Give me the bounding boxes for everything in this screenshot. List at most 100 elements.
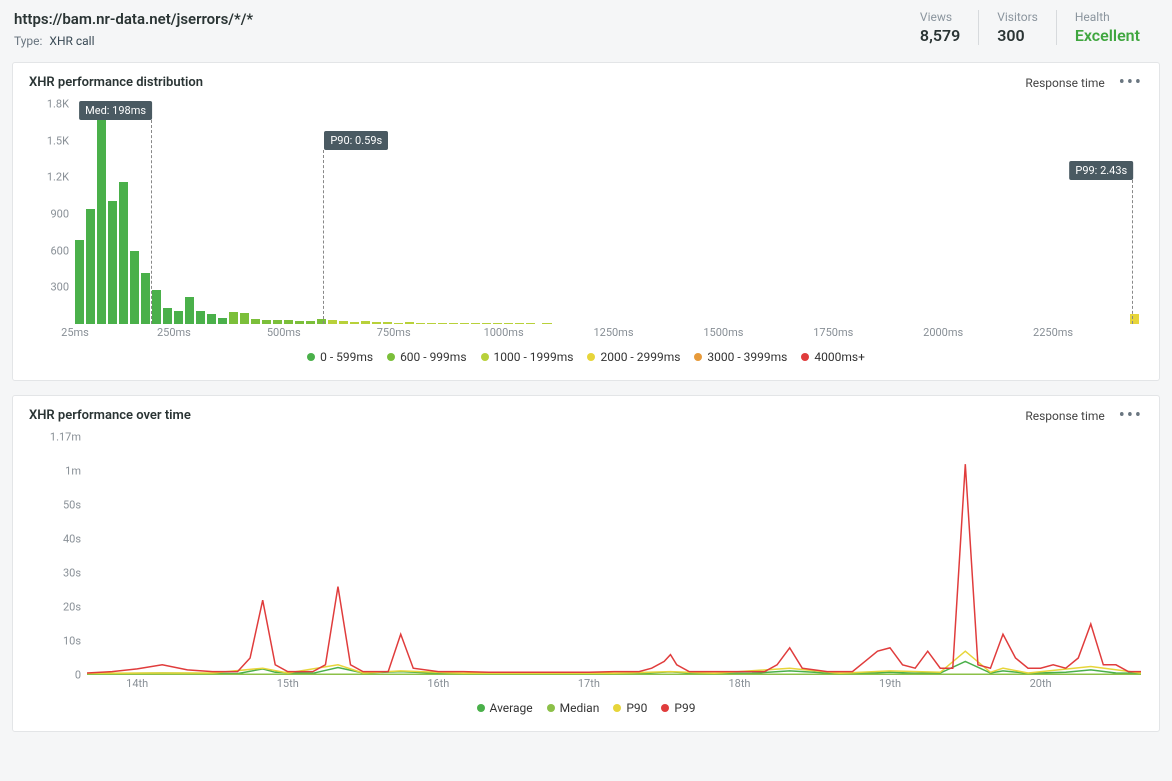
legend-swatch	[801, 353, 809, 361]
subtype-value: XHR call	[49, 34, 94, 48]
legend-swatch	[661, 704, 669, 712]
y-tick: 50s	[63, 499, 81, 512]
legend-item[interactable]: 2000 - 2999ms	[587, 350, 680, 364]
line-y-axis: 1.17m1m50s40s30s20s10s0	[27, 437, 87, 691]
stat-label: Views	[920, 10, 960, 24]
x-tick: 1000ms	[484, 326, 524, 339]
bar[interactable]	[130, 251, 139, 324]
x-tick: 18th	[728, 677, 750, 690]
bar[interactable]	[97, 113, 106, 324]
x-tick: 17th	[578, 677, 600, 690]
bar[interactable]	[108, 201, 117, 324]
legend-swatch	[387, 353, 395, 361]
legend-swatch	[307, 353, 315, 361]
legend-swatch	[694, 353, 702, 361]
panel-over-time: XHR performance over time Response time …	[12, 395, 1160, 732]
stat-label: Health	[1075, 10, 1140, 24]
y-tick: 900	[50, 208, 69, 221]
legend-label: P99	[674, 701, 695, 715]
y-tick: 1.8K	[47, 98, 69, 111]
legend-label: 600 - 999ms	[400, 350, 466, 364]
bar[interactable]	[75, 240, 84, 324]
y-tick: 10s	[63, 635, 81, 648]
bar[interactable]	[86, 209, 95, 324]
line-series[interactable]	[87, 464, 1141, 673]
y-tick: 1m	[65, 465, 81, 478]
panel-metric-label[interactable]: Response time	[1025, 76, 1104, 90]
bar[interactable]	[174, 311, 183, 324]
bar-y-axis: 1.8K1.5K1.2K900600300	[27, 104, 75, 340]
bar[interactable]	[163, 308, 172, 324]
page-header: https://bam.nr-data.net/jserrors/*/* Typ…	[0, 0, 1172, 62]
legend-item[interactable]: 0 - 599ms	[307, 350, 373, 364]
panel-menu-icon[interactable]: •••	[1119, 412, 1143, 420]
x-tick: 19th	[879, 677, 901, 690]
stat-value: 8,579	[920, 26, 960, 45]
stat-label: Visitors	[997, 10, 1038, 24]
legend-item[interactable]: 3000 - 3999ms	[694, 350, 787, 364]
legend-label: P90	[626, 701, 647, 715]
x-tick: 250ms	[157, 326, 191, 339]
line-chart[interactable]: 1.17m1m50s40s30s20s10s0 14th15th16th17th…	[27, 437, 1145, 691]
y-tick: 30s	[63, 567, 81, 580]
bar[interactable]	[185, 297, 194, 324]
page-title: https://bam.nr-data.net/jserrors/*/*	[14, 10, 902, 28]
subtype-label: Type:	[14, 34, 42, 48]
bar[interactable]	[119, 182, 128, 324]
x-tick: 500ms	[267, 326, 301, 339]
bar[interactable]	[240, 313, 249, 324]
x-tick: 750ms	[377, 326, 411, 339]
y-tick: 0	[75, 669, 81, 682]
bar-legend: 0 - 599ms 600 - 999ms 1000 - 1999ms 2000 - …	[27, 340, 1145, 378]
legend-swatch	[477, 704, 485, 712]
y-tick: 20s	[63, 601, 81, 614]
percentile-marker: P90: 0.59s	[323, 150, 324, 324]
legend-label: 2000 - 2999ms	[600, 350, 680, 364]
percentile-marker-label: P90: 0.59s	[324, 131, 388, 150]
page-subtype: Type: XHR call	[14, 34, 902, 48]
y-tick: 1.17m	[50, 431, 81, 444]
legend-label: 3000 - 3999ms	[707, 350, 787, 364]
stat-health: HealthExcellent	[1056, 10, 1158, 45]
legend-item[interactable]: P99	[661, 701, 695, 715]
y-tick: 300	[50, 281, 69, 294]
stat-value: 300	[997, 26, 1038, 45]
bar-chart[interactable]: 1.8K1.5K1.2K900600300 Med: 198msP90: 0.5…	[27, 104, 1145, 340]
bar[interactable]	[152, 290, 161, 324]
legend-swatch	[481, 353, 489, 361]
legend-item[interactable]: Median	[547, 701, 600, 715]
legend-label: Median	[560, 701, 600, 715]
bar-x-axis: 25ms250ms500ms750ms1000ms1250ms1500ms175…	[75, 324, 1141, 340]
legend-label: 4000ms+	[814, 350, 865, 364]
bar[interactable]	[196, 311, 205, 324]
panel-title: XHR performance distribution	[29, 75, 1025, 90]
x-tick: 2000ms	[923, 326, 963, 339]
x-tick: 14th	[126, 677, 148, 690]
panel-metric-label[interactable]: Response time	[1025, 409, 1104, 423]
panel-distribution: XHR performance distribution Response ti…	[12, 62, 1160, 381]
legend-label: 0 - 599ms	[320, 350, 373, 364]
percentile-marker-label: P99: 2.43s	[1069, 161, 1133, 180]
stat-views: Views 8,579	[902, 10, 978, 45]
bar[interactable]	[141, 273, 150, 324]
bar[interactable]	[229, 312, 238, 324]
percentile-marker: P99: 2.43s	[1132, 180, 1133, 324]
legend-item[interactable]: Average	[477, 701, 533, 715]
legend-swatch	[613, 704, 621, 712]
legend-item[interactable]: 1000 - 1999ms	[481, 350, 574, 364]
legend-swatch	[587, 353, 595, 361]
y-tick: 600	[50, 244, 69, 257]
legend-item[interactable]: P90	[613, 701, 647, 715]
percentile-marker-label: Med: 198ms	[79, 101, 152, 120]
legend-item[interactable]: 4000ms+	[801, 350, 865, 364]
line-x-axis: 14th15th16th17th18th19th20th	[87, 675, 1141, 691]
x-tick: 16th	[427, 677, 449, 690]
legend-label: 1000 - 1999ms	[494, 350, 574, 364]
legend-item[interactable]: 600 - 999ms	[387, 350, 466, 364]
bar[interactable]	[207, 314, 216, 324]
panel-menu-icon[interactable]: •••	[1119, 79, 1143, 87]
header-stats: Views 8,579 Visitors 300 HealthExcellent	[902, 10, 1158, 45]
y-tick: 1.2K	[47, 171, 69, 184]
stat-visitors: Visitors 300	[978, 10, 1056, 45]
legend-swatch	[547, 704, 555, 712]
